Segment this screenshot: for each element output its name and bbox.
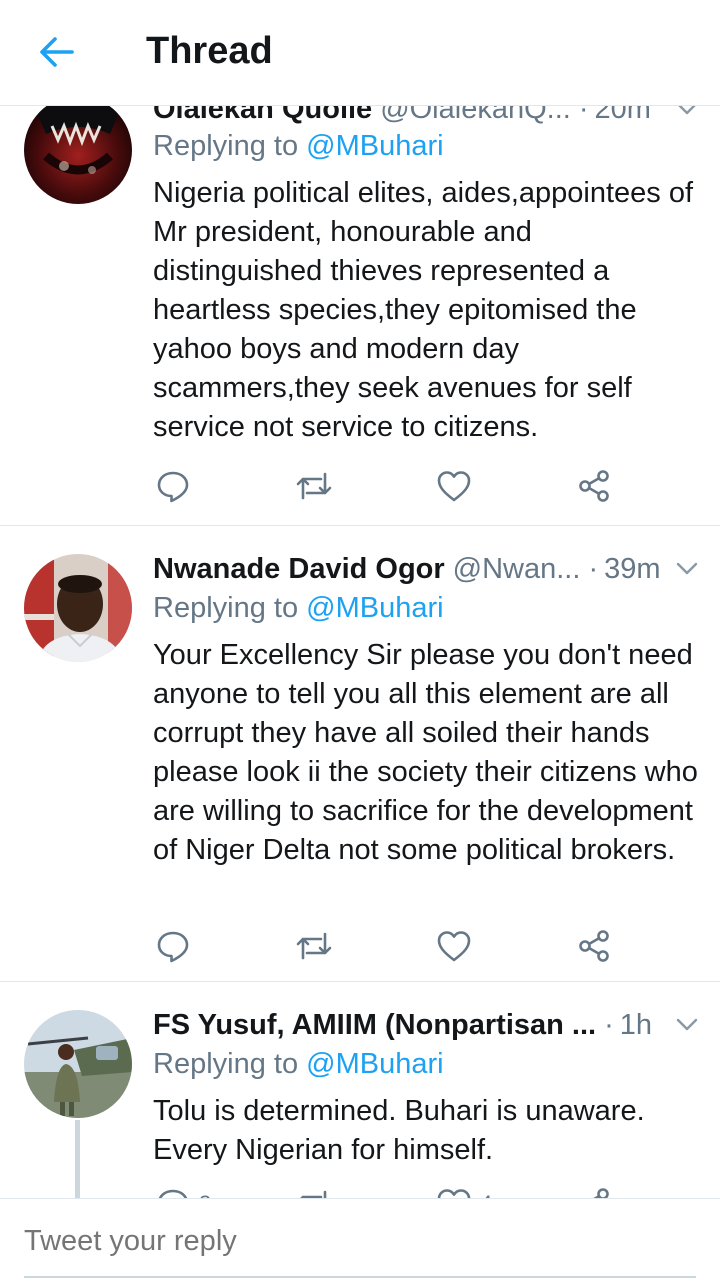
retweet-button[interactable] <box>295 1184 341 1198</box>
replying-label: Replying to <box>153 130 307 162</box>
replying-to: Replying to @MBuhari <box>153 1048 444 1081</box>
tweet[interactable]: FS Yusuf, AMIIM (Nonpartisan ... · 1h Re… <box>0 982 720 1198</box>
page-title: Thread <box>146 30 273 72</box>
thread-feed[interactable]: Olalekan Quolie @OlalekanQ... · 20m Repl… <box>0 106 720 1198</box>
avatar[interactable] <box>24 554 132 662</box>
retweet-button[interactable] <box>295 466 341 506</box>
separator-dot: · <box>604 1008 614 1041</box>
retweet-button[interactable] <box>295 926 341 966</box>
tweet-header: Olalekan Quolie @OlalekanQ... · 20m <box>153 106 698 129</box>
replying-label: Replying to <box>153 1048 307 1080</box>
tweet-actions-row <box>153 926 633 966</box>
tweet-text: Nigeria political elites, aides,appointe… <box>153 177 694 443</box>
heart-icon <box>437 471 471 502</box>
top-bar: Thread <box>0 0 720 106</box>
author-name[interactable]: Olalekan Quolie <box>153 106 372 126</box>
tweet-actions <box>153 466 633 506</box>
reply-icon <box>158 1189 188 1198</box>
reply-input[interactable] <box>24 1225 696 1258</box>
tweet-time[interactable]: 1h <box>620 1009 652 1042</box>
replying-to: Replying to @MBuhari <box>153 130 444 163</box>
tweet-header: FS Yusuf, AMIIM (Nonpartisan ... · 1h <box>153 1005 698 1045</box>
retweet-icon <box>296 932 332 960</box>
author-name[interactable]: Nwanade David Ogor <box>153 553 445 586</box>
thread-connector <box>75 1120 80 1198</box>
share-button[interactable] <box>577 926 611 966</box>
input-underline <box>24 1276 696 1278</box>
reply-icon <box>157 931 189 963</box>
back-button[interactable] <box>34 32 78 72</box>
avatar[interactable] <box>24 106 132 204</box>
separator-dot: · <box>588 552 599 585</box>
tweet-header: Nwanade David Ogor @Nwan... · 39m <box>153 549 698 589</box>
replying-label: Replying to <box>153 592 307 624</box>
tweet-time[interactable]: 20m <box>594 106 650 126</box>
tweet-text: Tolu is determined. Buhari is unaware. E… <box>153 1095 645 1166</box>
author-name[interactable]: FS Yusuf, AMIIM (Nonpartisan ... <box>153 1009 596 1042</box>
share-icon <box>579 470 609 502</box>
chevron-down-icon <box>678 106 696 115</box>
share-button[interactable] <box>577 466 611 506</box>
retweet-icon <box>296 472 332 500</box>
author-handle[interactable]: @Nwan... <box>453 553 581 586</box>
like-button[interactable] <box>436 926 480 966</box>
share-button[interactable] <box>577 1184 611 1198</box>
author-handle[interactable]: @OlalekanQ... <box>380 106 571 126</box>
tweet[interactable]: Nwanade David Ogor @Nwan... · 39m Replyi… <box>0 526 720 982</box>
heart-icon <box>437 1189 471 1198</box>
reply-button[interactable]: 3 <box>155 1184 211 1198</box>
like-button[interactable] <box>436 466 480 506</box>
tweet[interactable]: Olalekan Quolie @OlalekanQ... · 20m Repl… <box>0 106 720 526</box>
heart-icon <box>437 931 471 962</box>
reply-button[interactable] <box>155 926 199 966</box>
mention-link[interactable]: @MBuhari <box>306 592 443 624</box>
share-icon <box>593 1188 609 1198</box>
reply-composer <box>0 1198 720 1281</box>
reply-count: 3 <box>199 1191 211 1198</box>
mention-link[interactable]: @MBuhari <box>306 130 443 162</box>
reply-button[interactable] <box>155 466 199 506</box>
tweet-time[interactable]: 39m <box>604 553 660 586</box>
share-icon <box>579 930 609 962</box>
tweet-menu-button[interactable] <box>662 106 698 116</box>
tweet-menu-button[interactable] <box>662 562 698 576</box>
chevron-down-icon <box>676 562 698 575</box>
retweet-icon <box>300 1190 327 1198</box>
arrow-left-icon <box>40 37 74 67</box>
separator-dot: · <box>578 106 589 125</box>
mention-link[interactable]: @MBuhari <box>306 1048 443 1080</box>
tweet-menu-button[interactable] <box>662 1018 698 1032</box>
like-count: 4 <box>480 1191 492 1198</box>
like-button[interactable]: 4 <box>436 1184 492 1198</box>
chevron-down-icon <box>676 1018 698 1031</box>
replying-to: Replying to @MBuhari <box>153 592 444 625</box>
reply-icon <box>157 471 189 503</box>
tweet-text: Your Excellency Sir please you don't nee… <box>153 639 698 866</box>
avatar[interactable] <box>24 1010 132 1118</box>
tweet-actions: 3 4 <box>153 1184 633 1198</box>
